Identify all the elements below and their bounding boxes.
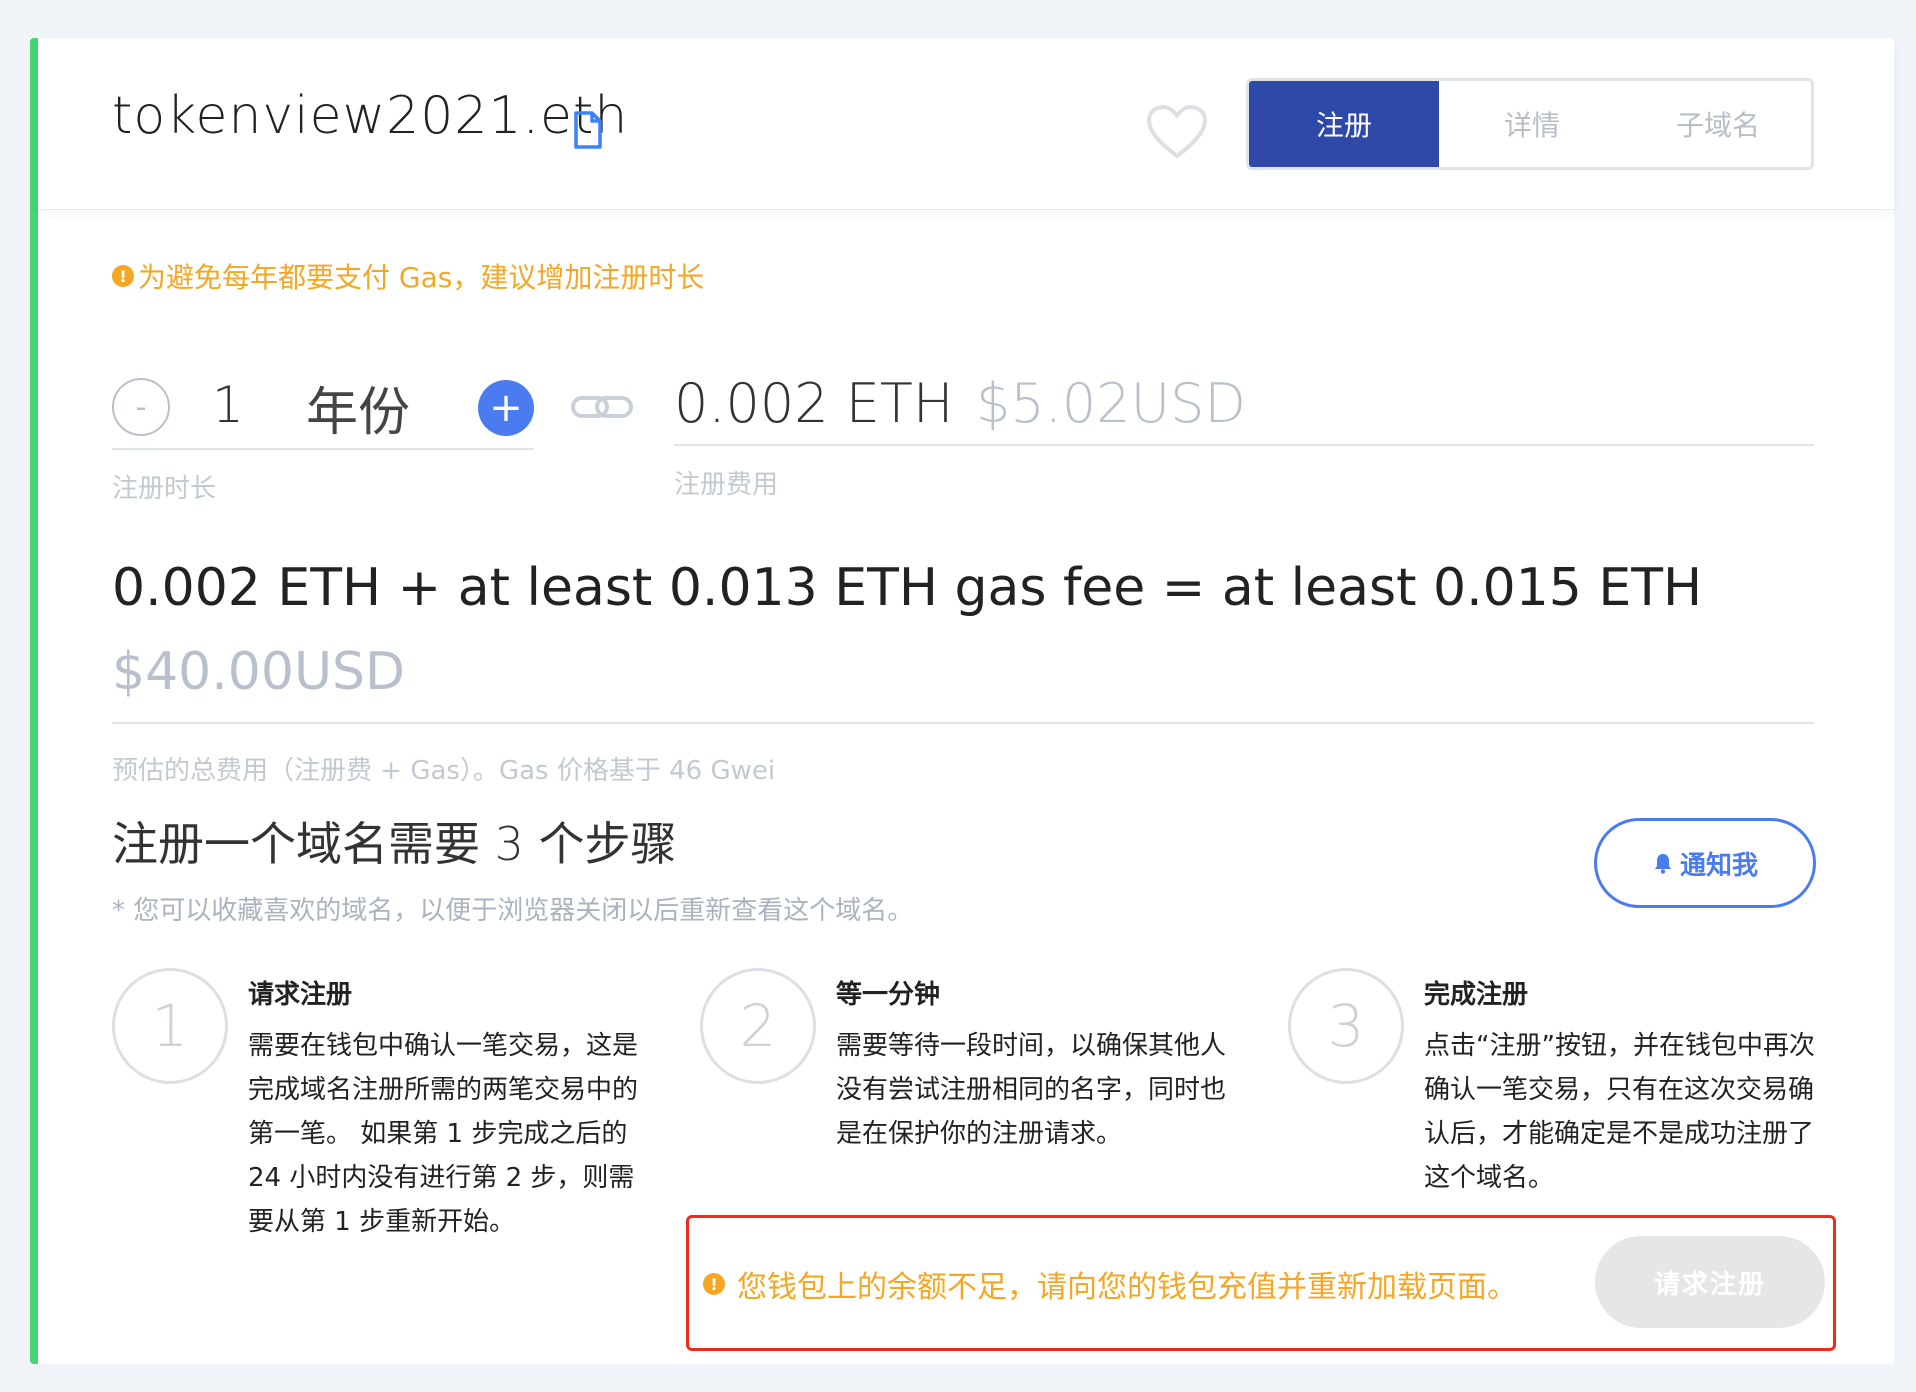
step-number: 2 bbox=[700, 968, 816, 1084]
step-description: 需要在钱包中确认一笔交易，这是完成域名注册所需的两笔交易中的第一笔。 如果第 1… bbox=[248, 1031, 639, 1237]
step-title: 等一分钟 bbox=[836, 980, 941, 1010]
insufficient-balance-panel: ! 您钱包上的余额不足，请向您的钱包充值并重新加载页面。 请求注册 bbox=[686, 1215, 1836, 1351]
steps-note: * 您可以收藏喜欢的域名，以便于浏览器关闭以后重新查看这个域名。 bbox=[112, 896, 914, 926]
link-chain-icon bbox=[571, 396, 633, 418]
notify-me-button[interactable]: 通知我 bbox=[1594, 818, 1816, 908]
years-value: 1 bbox=[212, 376, 244, 434]
gas-warning-text: 为避免每年都要支付 Gas，建议增加注册时长 bbox=[138, 261, 705, 294]
step-description: 点击“注册”按钮，并在钱包中再次确认一笔交易，只有在这次交易确认后，才能确定是不… bbox=[1424, 1031, 1815, 1193]
steps-title: 注册一个域名需要 3 个步骤 bbox=[112, 817, 677, 871]
domain-tabs: 注册 详情 子域名 bbox=[1246, 78, 1814, 170]
heart-favorite-icon[interactable] bbox=[1146, 104, 1208, 160]
duration-label: 注册时长 bbox=[112, 474, 217, 504]
insufficient-balance-warning: ! 您钱包上的余额不足，请向您的钱包充值并重新加载页面。 bbox=[703, 1262, 1517, 1306]
years-unit: 年份 bbox=[306, 383, 411, 443]
warning-icon: ! bbox=[703, 1273, 725, 1295]
registration-card: tokenview2021.eth 注册 详情 子域名 ! 为避免每年都要支付 … bbox=[30, 38, 1894, 1364]
gas-warning: ! 为避免每年都要支付 Gas，建议增加注册时长 bbox=[112, 256, 704, 296]
price-eth: 0.002 ETH bbox=[674, 372, 954, 435]
tab-details[interactable]: 详情 bbox=[1439, 81, 1625, 167]
estimate-note: 预估的总费用（注册费 + Gas）。Gas 价格基于 46 Gwei bbox=[112, 756, 776, 786]
duration-selector: - 1 年份 + bbox=[112, 356, 534, 450]
warning-icon: ! bbox=[112, 265, 134, 287]
domain-header: tokenview2021.eth 注册 详情 子域名 bbox=[38, 38, 1894, 210]
price-label: 注册费用 bbox=[674, 470, 779, 500]
request-register-button[interactable]: 请求注册 bbox=[1595, 1236, 1825, 1328]
copy-document-icon[interactable] bbox=[573, 110, 603, 150]
total-fee-formula: 0.002 ETH + at least 0.013 ETH gas fee =… bbox=[112, 558, 1703, 618]
domain-title: tokenview2021.eth bbox=[112, 86, 629, 146]
step-number: 1 bbox=[112, 968, 228, 1084]
decrease-years-button[interactable]: - bbox=[112, 378, 170, 436]
insufficient-balance-text: 您钱包上的余额不足，请向您的钱包充值并重新加载页面。 bbox=[737, 1270, 1517, 1305]
step-number: 3 bbox=[1288, 968, 1404, 1084]
bell-icon bbox=[1654, 854, 1671, 874]
price-usd: $5.02USD bbox=[976, 372, 1246, 435]
increase-years-button[interactable]: + bbox=[478, 380, 534, 436]
tab-subdomains[interactable]: 子域名 bbox=[1625, 81, 1811, 167]
total-fee-usd: $40.00USD bbox=[112, 642, 406, 702]
divider bbox=[112, 722, 1814, 724]
registration-price: 0.002 ETH $5.02USD bbox=[674, 356, 1814, 446]
notify-me-label: 通知我 bbox=[1679, 850, 1758, 881]
tab-register[interactable]: 注册 bbox=[1249, 81, 1439, 167]
step-description: 需要等待一段时间，以确保其他人没有尝试注册相同的名字，同时也是在保护你的注册请求… bbox=[836, 1031, 1227, 1149]
step-title: 完成注册 bbox=[1424, 980, 1529, 1010]
step-title: 请求注册 bbox=[248, 980, 353, 1010]
